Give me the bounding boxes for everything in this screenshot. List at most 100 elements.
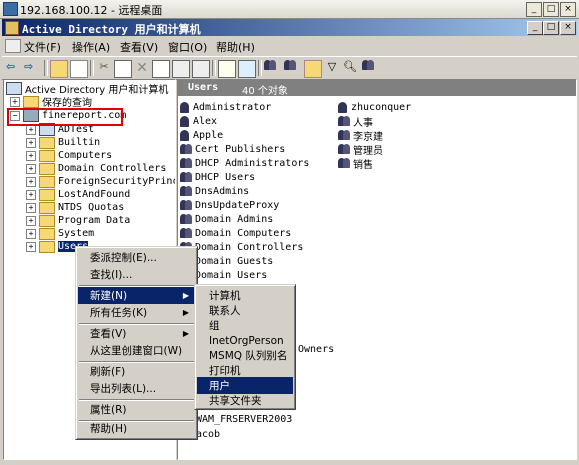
forward-arrow-icon[interactable]: ⇨ — [24, 60, 40, 76]
help-icon[interactable] — [218, 60, 236, 78]
menu-view[interactable]: 查看(V) ▶ — [78, 325, 195, 342]
group-icon — [180, 227, 192, 239]
back-arrow-icon[interactable]: ⇦ — [6, 60, 22, 76]
tree-item-system[interactable]: + System — [26, 227, 94, 240]
submenu-arrow-icon: ▶ — [182, 308, 189, 317]
group-icon — [180, 157, 192, 169]
list-item[interactable]: Apple — [180, 128, 223, 142]
folder-icon — [23, 95, 39, 108]
tree-item-builtin[interactable]: + Builtin — [26, 136, 100, 149]
submenu-shared-folder[interactable]: 共享文件夹 — [197, 392, 293, 409]
menu-bar: 文件(F) 操作(A) 查看(V) 窗口(O) 帮助(H) — [2, 37, 577, 55]
maximize-button[interactable]: □ — [543, 2, 559, 17]
list-item[interactable]: Administrator — [180, 100, 271, 114]
menu-properties[interactable]: 属性(R) — [78, 401, 195, 418]
properties-icon[interactable] — [152, 60, 170, 78]
copy-icon[interactable] — [114, 60, 132, 78]
cut-icon[interactable]: ✂ — [96, 60, 112, 76]
group-icon — [338, 129, 350, 141]
refresh-icon[interactable] — [172, 60, 190, 78]
group-icon — [180, 143, 192, 155]
list-item[interactable]: 销售 — [338, 156, 373, 171]
ad-icon — [6, 82, 22, 95]
list-item[interactable]: Alex — [180, 114, 217, 128]
tree-item-lostandfound[interactable]: + LostAndFound — [26, 188, 130, 201]
remote-desktop-icon — [3, 2, 18, 16]
list-item[interactable]: Owners — [298, 342, 334, 356]
list-item[interactable]: DnsAdmins — [180, 184, 249, 198]
list-item[interactable]: 人事 — [338, 114, 373, 129]
group-icon — [338, 115, 350, 127]
menu-export-list[interactable]: 导出列表(L)... — [78, 380, 195, 397]
new-ou-icon[interactable] — [304, 60, 322, 78]
menu-refresh[interactable]: 刷新(F) — [78, 363, 195, 380]
minimize-button[interactable]: _ — [526, 2, 542, 17]
tree-item-program-data[interactable]: + Program Data — [26, 214, 130, 227]
delete-icon[interactable]: ✕ — [134, 60, 150, 76]
menu-new[interactable]: 新建(N) ▶ — [78, 287, 195, 304]
folder-icon — [39, 136, 55, 149]
app-maximize-button[interactable]: □ — [543, 21, 559, 35]
up-folder-icon[interactable] — [50, 60, 68, 78]
list-item[interactable]: acob — [196, 427, 220, 441]
find-icon[interactable]: 🔍︎ — [342, 60, 358, 76]
menu-all-tasks[interactable]: 所有任务(K) ▶ — [78, 304, 195, 321]
submenu-arrow-icon: ▶ — [182, 291, 189, 300]
new-user-icon[interactable] — [264, 60, 280, 76]
folder-icon — [39, 175, 55, 188]
menu-action[interactable]: 操作(A) — [72, 39, 110, 55]
menu-view[interactable]: 查看(V) — [120, 39, 158, 55]
rdp-title: 192.168.100.12 - 远程桌面 — [20, 4, 163, 17]
new-submenu: 计算机 联系人 组 InetOrgPerson MSMQ 队列别名 打印机 用户… — [194, 284, 296, 410]
list-item[interactable]: Cert Publishers — [180, 142, 285, 156]
tree-item-ntds-quotas[interactable]: + NTDS Quotas — [26, 201, 124, 214]
group-icon — [180, 185, 192, 197]
user-icon — [180, 129, 189, 141]
list-item[interactable]: zhuconquer — [338, 100, 411, 114]
rdp-title-bar: 192.168.100.12 - 远程桌面 _ □ × — [0, 0, 579, 19]
menu-file[interactable]: 文件(F) — [24, 39, 61, 55]
annotation-highlight — [7, 108, 123, 126]
filter-icon[interactable]: ▽ — [324, 60, 340, 76]
menu-window[interactable]: 窗口(O) — [168, 39, 207, 55]
new-group-icon[interactable] — [284, 60, 300, 76]
toolbar: ⇦ ⇨ ✂ ✕ ▽ 🔍︎ — [2, 56, 577, 80]
list-item[interactable]: Domain Controllers — [180, 240, 303, 254]
list-item[interactable]: DnsUpdateProxy — [180, 198, 279, 212]
close-button[interactable]: × — [560, 2, 576, 17]
menu-delegate-control[interactable]: 委派控制(E)... — [78, 249, 195, 266]
menu-help[interactable]: 帮助(H) — [78, 420, 195, 437]
app-minimize-button[interactable]: _ — [527, 21, 543, 35]
app-title: Active Directory 用户和计算机 — [22, 23, 201, 36]
add-to-group-icon[interactable] — [362, 60, 378, 76]
app-close-button[interactable]: × — [560, 21, 576, 35]
tree-saved-queries[interactable]: + 保存的查询 — [10, 95, 92, 109]
list-item[interactable]: Domain Computers — [180, 226, 291, 240]
tree-item-foreign[interactable]: +ForeignSecurityPrincipa — [26, 175, 175, 188]
list-item[interactable]: DHCP Administrators — [180, 156, 309, 170]
group-icon — [338, 143, 350, 155]
user-icon — [180, 101, 189, 113]
folder-icon — [39, 201, 55, 214]
console-icon[interactable] — [5, 39, 21, 53]
context-menu: 委派控制(E)... 查找(I)... 新建(N) ▶ 所有任务(K) ▶ 查看(V… — [75, 246, 198, 440]
list-item[interactable]: 管理员 — [338, 142, 383, 157]
ad-console-icon — [5, 21, 19, 35]
show-tree-icon[interactable] — [70, 60, 88, 78]
console-tree-icon[interactable] — [238, 60, 256, 78]
folder-icon — [39, 240, 55, 253]
menu-find[interactable]: 查找(I)... — [78, 266, 195, 283]
submenu-arrow-icon: ▶ — [182, 329, 189, 338]
list-item[interactable]: Domain Admins — [180, 212, 273, 226]
list-header: Users 40 个对象 — [178, 80, 576, 97]
tree-item-domain-controllers[interactable]: + Domain Controllers — [26, 162, 166, 175]
tree-item-computers[interactable]: + Computers — [26, 149, 112, 162]
folder-icon — [39, 162, 55, 175]
menu-new-window[interactable]: 从这里创建窗口(W) — [78, 342, 195, 359]
folder-icon — [39, 214, 55, 227]
list-item[interactable]: WAM_FRSERVER2003 — [196, 412, 292, 426]
menu-help[interactable]: 帮助(H) — [216, 39, 255, 55]
list-item[interactable]: 李京建 — [338, 128, 383, 143]
export-list-icon[interactable] — [192, 60, 210, 78]
list-item[interactable]: DHCP Users — [180, 170, 255, 184]
